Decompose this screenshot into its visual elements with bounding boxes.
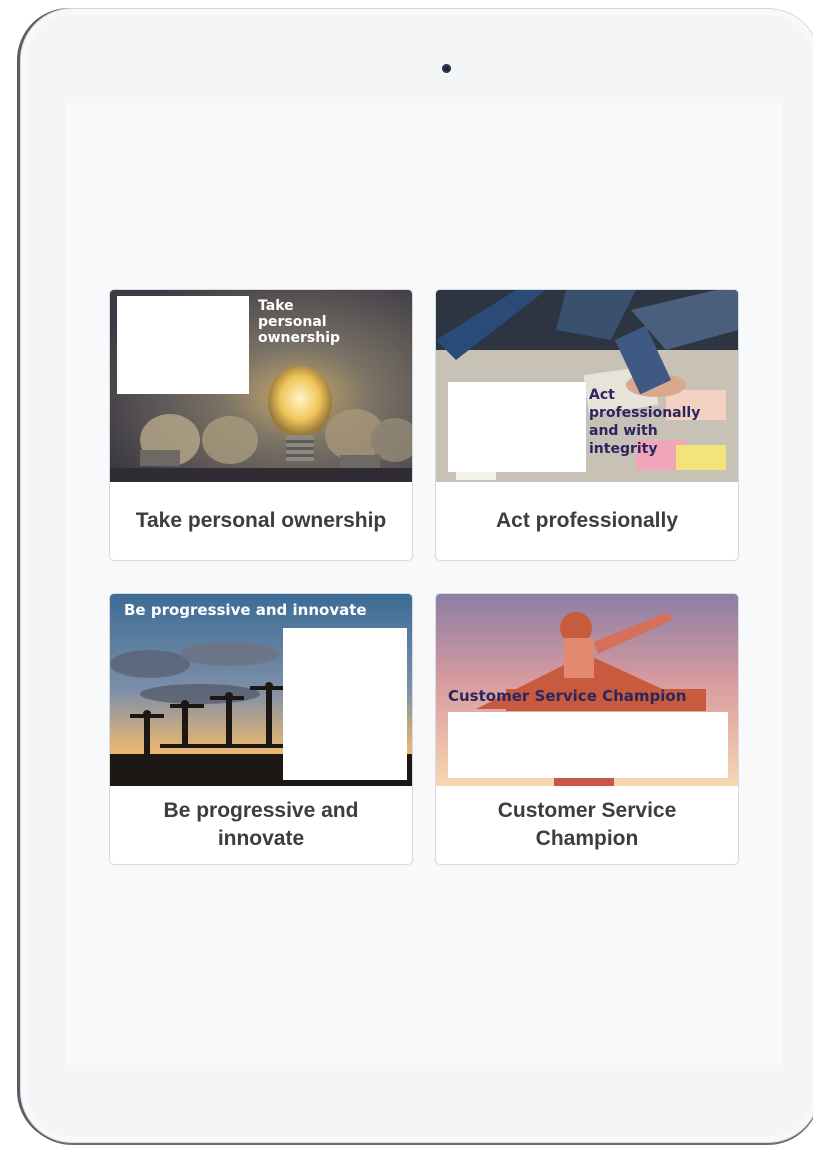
app-screen bbox=[66, 103, 782, 1065]
sunset-builders-image: Be progressive and innovate bbox=[110, 594, 412, 786]
overlay-line: Customer Service Champion bbox=[448, 687, 687, 705]
superhero-image: Customer Service Champion bbox=[436, 594, 738, 786]
card-take-personal-ownership[interactable]: Take personal ownership Take personal ow… bbox=[109, 289, 413, 561]
card-customer-service-champion[interactable]: Customer Service Champion Customer Servi… bbox=[435, 593, 739, 865]
card-label: Act professionally bbox=[495, 509, 679, 532]
image-overlay-caption: Act professionally and with integrity bbox=[589, 386, 700, 458]
desk-meeting-image: Act professionally and with integrity bbox=[436, 290, 738, 482]
overlay-line: and with bbox=[589, 423, 658, 439]
image-placeholder-box bbox=[117, 296, 249, 394]
card-label: Customer Service Champion bbox=[497, 799, 677, 850]
overlay-line: personal bbox=[258, 314, 327, 330]
card-label: Be progressive and innovate bbox=[163, 799, 359, 850]
card-label: Take personal ownership bbox=[135, 509, 387, 532]
overlay-line: integrity bbox=[589, 441, 658, 457]
image-overlay-caption: Be progressive and innovate bbox=[124, 601, 367, 619]
image-placeholder-box bbox=[283, 628, 407, 780]
overlay-line: Take bbox=[258, 298, 294, 314]
overlay-line: professionally bbox=[589, 405, 701, 421]
card-act-professionally[interactable]: Act professionally and with integrity Ac… bbox=[435, 289, 739, 561]
camera-dot bbox=[442, 64, 451, 73]
overlay-line: Be progressive and innovate bbox=[124, 601, 367, 619]
image-overlay-caption: Customer Service Champion bbox=[448, 687, 686, 705]
image-overlay-caption: Take personal ownership bbox=[258, 298, 340, 346]
image-placeholder-box bbox=[448, 712, 728, 778]
card-be-progressive-and-innovate[interactable]: Be progressive and innovate Be progressi… bbox=[109, 593, 413, 865]
overlay-line: ownership bbox=[258, 330, 341, 346]
overlay-line: Act bbox=[589, 387, 615, 403]
image-placeholder-box bbox=[448, 382, 586, 472]
light-bulbs-image: Take personal ownership bbox=[110, 290, 412, 482]
